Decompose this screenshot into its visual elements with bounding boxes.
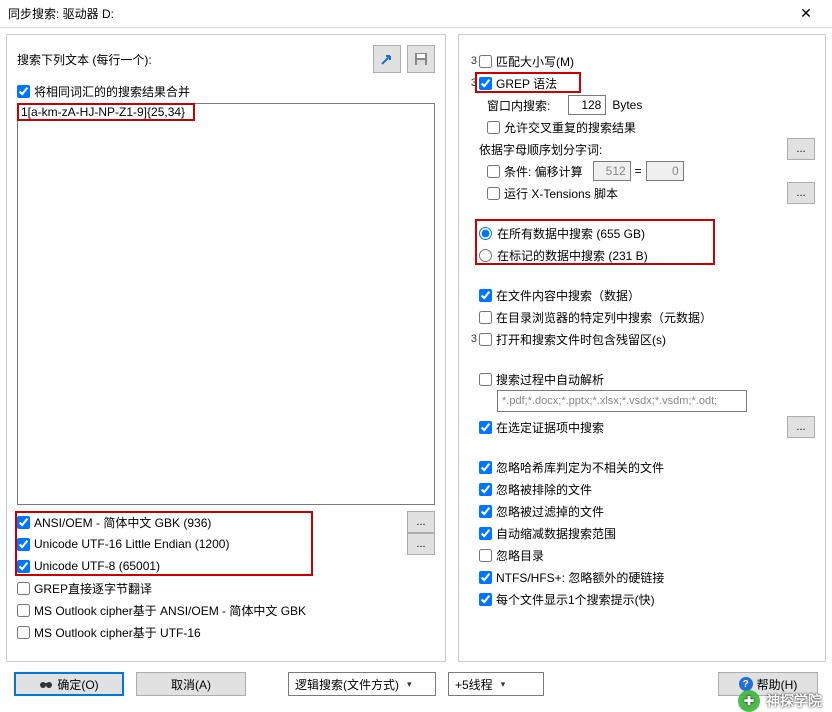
footer: 确定(O) 取消(A) 逻辑搜索(文件方式)▾ +5线程▾ ? 帮助(H) ✚神…	[0, 668, 832, 700]
save-button[interactable]	[407, 45, 435, 73]
ntfs-hfs-checkbox[interactable]	[479, 571, 492, 584]
search-mode-dropdown[interactable]: 逻辑搜索(文件方式)▾	[288, 672, 436, 696]
ig-filt-checkbox[interactable]	[479, 505, 492, 518]
outlook-utf16-checkbox[interactable]	[17, 626, 30, 639]
match-case-label: 匹配大小写(M)	[496, 53, 574, 70]
cond-label: 条件: 偏移计算	[504, 163, 583, 180]
perfile-hint-label: 每个文件显示1个搜索提示(快)	[496, 591, 655, 608]
window-bytes-input[interactable]	[568, 95, 606, 115]
autoshrink-label: 自动缩减数据搜索范围	[496, 525, 616, 542]
outlook-utf16-label: MS Outlook cipher基于 UTF-16	[34, 624, 201, 641]
window-search-label: 窗口内搜索:	[487, 97, 550, 114]
autoparse-checkbox[interactable]	[479, 373, 492, 386]
help-icon: ?	[739, 677, 753, 691]
enc-utf16-label: Unicode UTF-16 Little Endian (1200)	[34, 537, 229, 551]
in-dircols-checkbox[interactable]	[479, 311, 492, 324]
radio-all-label: 在所有数据中搜索 (655 GB)	[497, 225, 645, 242]
parse-ext-input	[497, 390, 747, 412]
enc-utf8-label: Unicode UTF-8 (65001)	[34, 559, 160, 573]
binoculars-icon	[39, 678, 53, 690]
ntfs-hfs-label: NTFS/HFS+: 忽略额外的硬链接	[496, 569, 664, 586]
enc-ansi-more[interactable]: ...	[407, 511, 435, 533]
ig-dirs-label: 忽略目录	[496, 547, 544, 564]
cond-v2-input	[646, 161, 684, 181]
autoparse-label: 搜索过程中自动解析	[496, 371, 604, 388]
grep-syntax-label: GREP 语法	[496, 75, 557, 92]
alpha-split-more[interactable]: ...	[787, 138, 815, 160]
cond-v1-input	[593, 161, 631, 181]
left-panel: 搜索下列文本 (每行一个): 将相同词汇的的搜索结果合并 ANSI/OEM - …	[6, 34, 446, 662]
ok-button[interactable]: 确定(O)	[14, 672, 124, 696]
radio-marked-data[interactable]	[479, 249, 492, 262]
titlebar: 同步搜索: 驱动器 D: ✕	[0, 0, 832, 28]
perfile-hint-checkbox[interactable]	[479, 593, 492, 606]
bytes-label: Bytes	[612, 98, 642, 112]
enc-utf16-more[interactable]: ...	[407, 533, 435, 555]
merge-results-label: 将相同词汇的的搜索结果合并	[34, 83, 190, 100]
ig-excl-checkbox[interactable]	[479, 483, 492, 496]
outlook-ansi-checkbox[interactable]	[17, 604, 30, 617]
enc-utf16-checkbox[interactable]	[17, 538, 30, 551]
ig-filt-label: 忽略被过滤掉的文件	[496, 503, 604, 520]
ig-dirs-checkbox[interactable]	[479, 549, 492, 562]
grep-bytes-label: GREP直接逐字节翻译	[34, 580, 152, 597]
run-xt-label: 运行 X-Tensions 脚本	[504, 185, 618, 202]
outlook-ansi-label: MS Outlook cipher基于 ANSI/OEM - 简体中文 GBK	[34, 602, 306, 619]
in-dircols-label: 在目录浏览器的特定列中搜索（元数据）	[496, 309, 712, 326]
in-evidence-more[interactable]: ...	[787, 416, 815, 438]
radio-marked-label: 在标记的数据中搜索 (231 B)	[497, 247, 648, 264]
allow-dup-checkbox[interactable]	[487, 121, 500, 134]
enc-ansi-label: ANSI/OEM - 简体中文 GBK (936)	[34, 514, 211, 531]
search-terms-input[interactable]	[17, 103, 435, 505]
enc-utf8-checkbox[interactable]	[17, 560, 30, 573]
help-button[interactable]: ? 帮助(H)	[718, 672, 818, 696]
merge-results-checkbox[interactable]	[17, 85, 30, 98]
close-button[interactable]: ✕	[784, 0, 828, 28]
autoshrink-checkbox[interactable]	[479, 527, 492, 540]
match-case-checkbox[interactable]	[479, 55, 492, 68]
run-xt-checkbox[interactable]	[487, 187, 500, 200]
cond-checkbox[interactable]	[487, 165, 500, 178]
in-content-checkbox[interactable]	[479, 289, 492, 302]
ig-excl-label: 忽略被排除的文件	[496, 481, 592, 498]
window-title: 同步搜索: 驱动器 D:	[8, 5, 784, 22]
grep-bytes-checkbox[interactable]	[17, 582, 30, 595]
alpha-split-label: 依据字母顺序划分字词:	[479, 141, 602, 158]
ig-hash-label: 忽略哈希库判定为不相关的文件	[496, 459, 664, 476]
chevron-down-icon: ▾	[407, 679, 412, 690]
cancel-button[interactable]: 取消(A)	[136, 672, 246, 696]
right-panel: 3 匹配大小写(M) 3 GREP 语法 窗口内搜索: Bytes 允许交叉重复…	[458, 34, 826, 662]
run-xt-more[interactable]: ...	[787, 182, 815, 204]
enc-ansi-checkbox[interactable]	[17, 516, 30, 529]
search-text-label: 搜索下列文本 (每行一个):	[17, 51, 367, 68]
slack-label: 打开和搜索文件时包含残留区(s)	[496, 331, 666, 348]
radio-all-data[interactable]	[479, 227, 492, 240]
ig-hash-checkbox[interactable]	[479, 461, 492, 474]
chevron-down-icon: ▾	[501, 679, 506, 690]
in-evidence-checkbox[interactable]	[479, 421, 492, 434]
slack-checkbox[interactable]	[479, 333, 492, 346]
in-evidence-label: 在选定证据项中搜索	[496, 419, 604, 436]
grep-syntax-checkbox[interactable]	[479, 77, 492, 90]
allow-dup-label: 允许交叉重复的搜索结果	[504, 119, 636, 136]
in-content-label: 在文件内容中搜索（数据）	[496, 287, 640, 304]
shortcut-button[interactable]	[373, 45, 401, 73]
threads-dropdown[interactable]: +5线程▾	[448, 672, 544, 696]
